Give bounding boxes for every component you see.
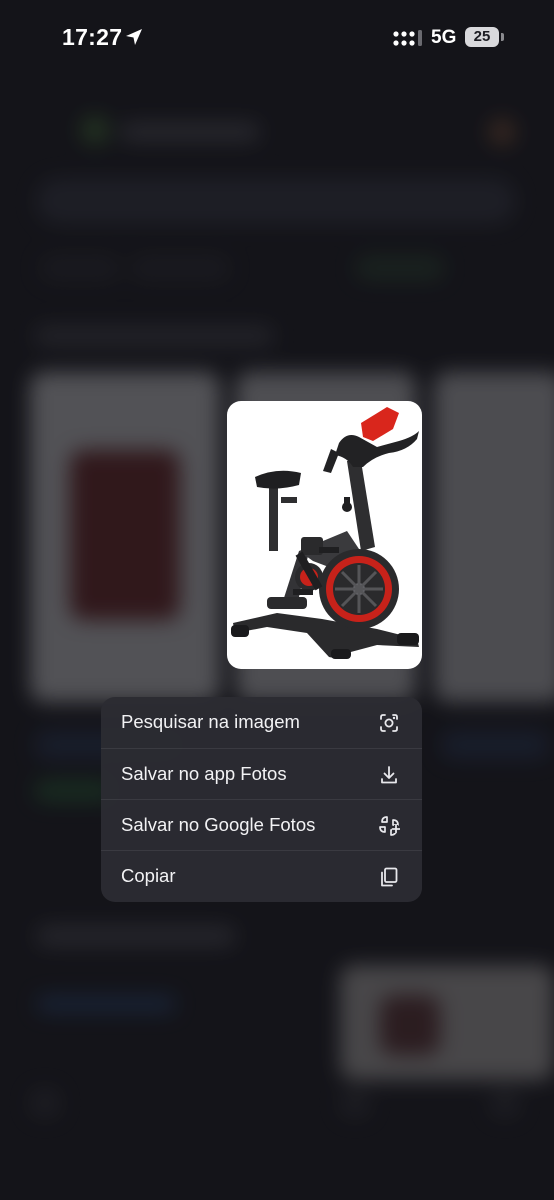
status-bar: 17:27 5G 25	[0, 0, 554, 80]
network-type: 5G	[431, 27, 457, 48]
cellular-signal-icon	[393, 30, 422, 46]
menu-item-copy[interactable]: Copiar	[101, 850, 422, 902]
menu-item-label: Pesquisar na imagem	[121, 711, 300, 732]
lens-icon	[380, 714, 398, 732]
exercise-bike-image	[231, 407, 419, 659]
copy-icon	[381, 867, 398, 887]
google-photos-add-icon	[379, 816, 400, 836]
menu-item-label: Salvar no app Fotos	[121, 763, 287, 784]
battery-tip	[501, 33, 504, 41]
location-arrow-icon	[126, 29, 142, 45]
menu-item-label: Salvar no Google Fotos	[121, 814, 316, 835]
menu-item-save-photos[interactable]: Salvar no app Fotos	[101, 748, 422, 800]
battery-icon: 25	[465, 27, 499, 47]
menu-item-save-google-photos[interactable]: Salvar no Google Fotos	[101, 799, 422, 851]
menu-item-search-image[interactable]: Pesquisar na imagem	[101, 697, 422, 748]
menu-item-label: Copiar	[121, 865, 176, 886]
image-preview[interactable]	[227, 401, 422, 669]
download-icon	[381, 766, 397, 784]
status-time: 17:27	[62, 24, 123, 50]
context-menu: Pesquisar na imagem Salvar no app Fotos …	[101, 697, 422, 902]
battery-level: 25	[473, 28, 491, 45]
